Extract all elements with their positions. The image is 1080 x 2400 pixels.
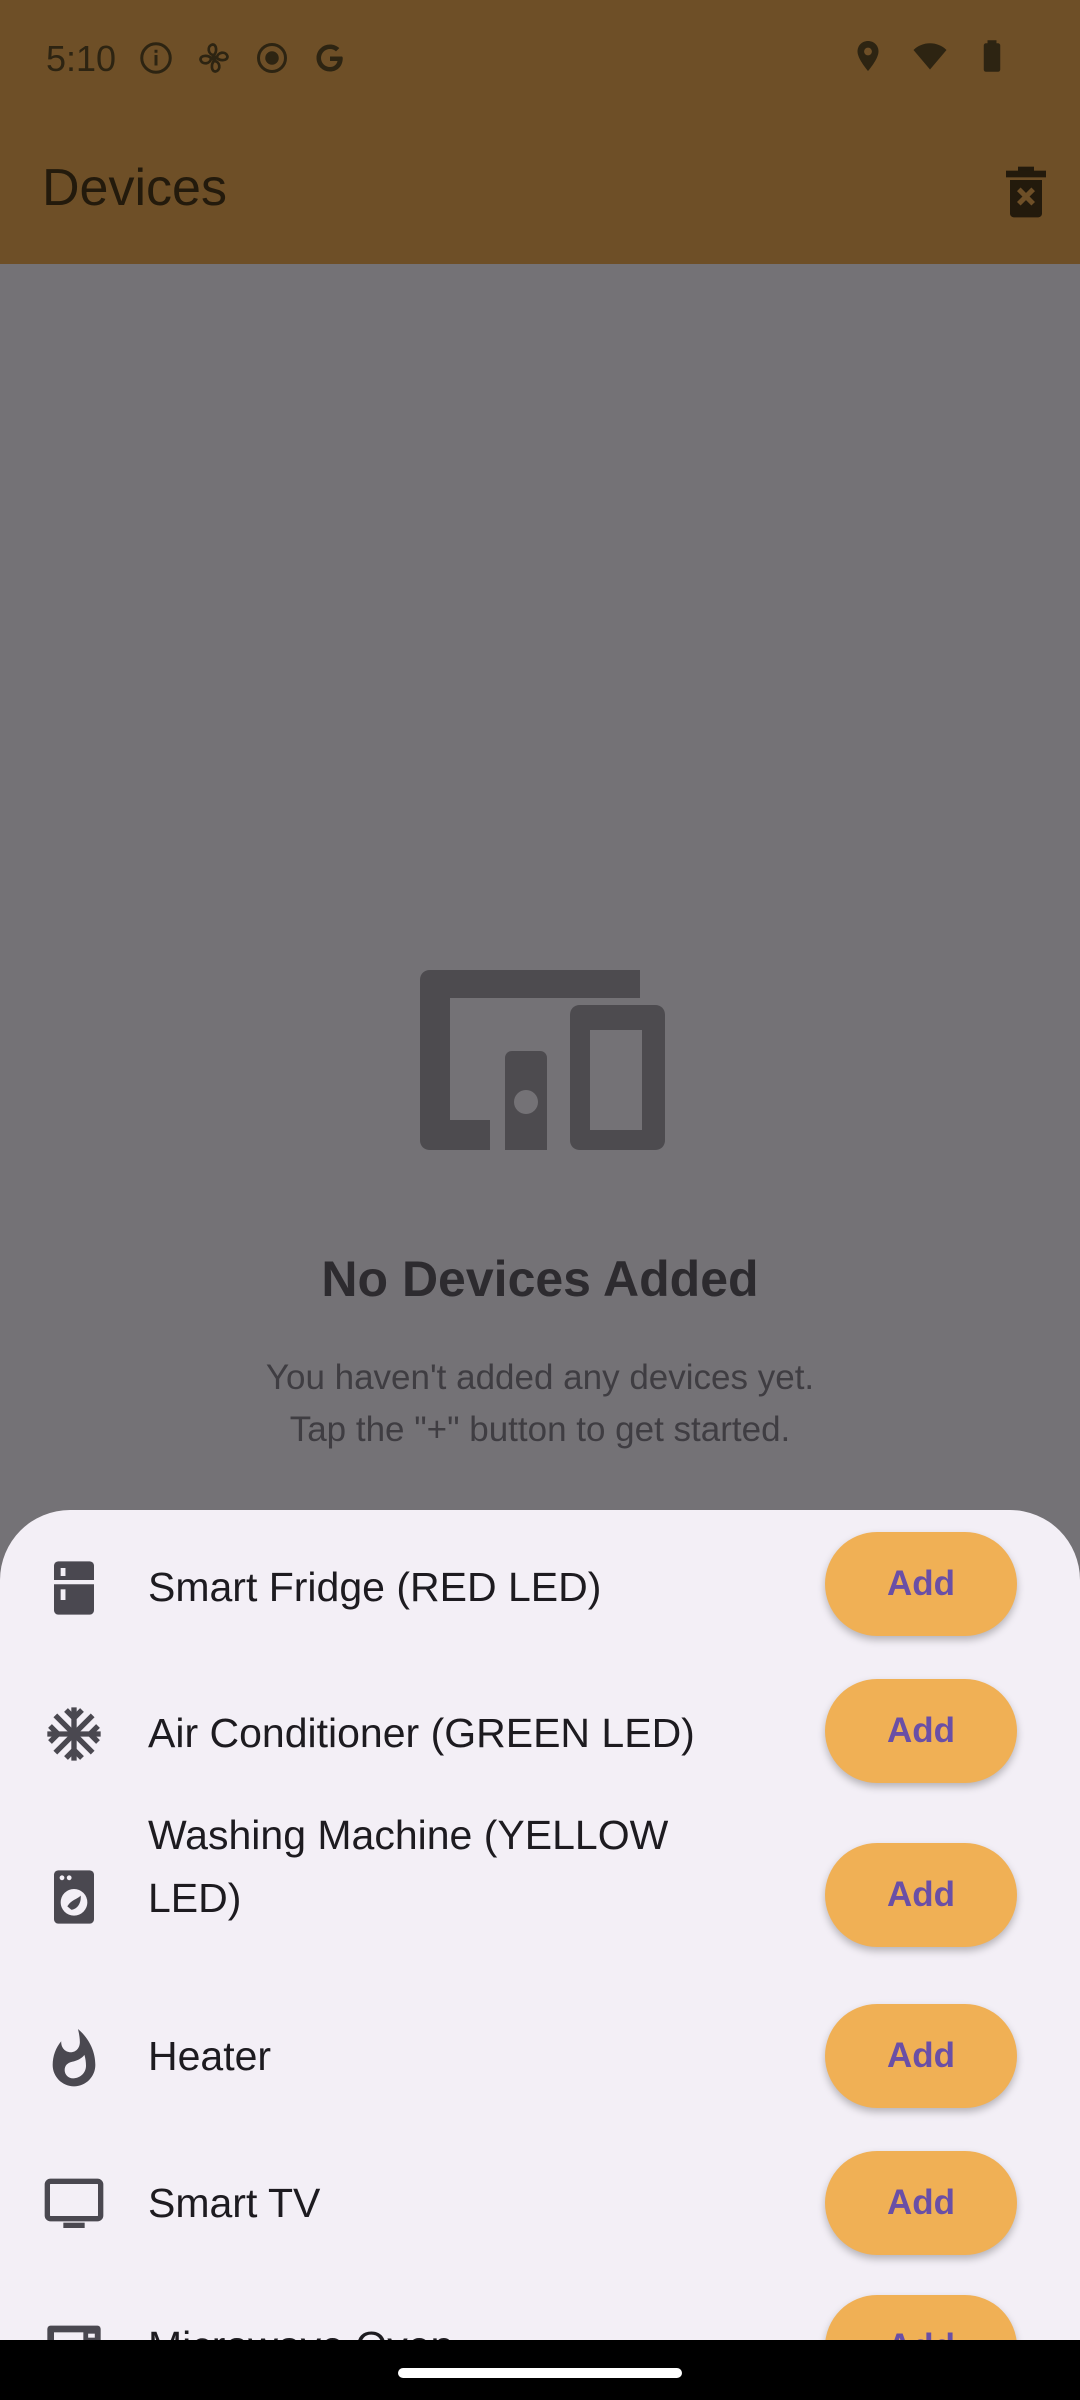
fridge-icon: [54, 1561, 94, 1615]
add-device-sheet: Smart Fridge (RED LED) Add Air Condition…: [0, 1510, 1080, 2340]
washing-machine-icon: [54, 1870, 94, 1924]
empty-line-1: You haven't added any devices yet.: [265, 1358, 815, 1397]
notification-icons: [138, 40, 348, 76]
empty-title: No Devices Added: [321, 1251, 759, 1307]
battery-icon: [983, 40, 1001, 72]
add-button[interactable]: Add: [825, 2151, 1017, 2255]
fan-icon: [199, 43, 229, 73]
app-bar: Devices: [0, 120, 1080, 264]
location-icon: [857, 41, 879, 71]
snowflake-icon: [47, 1707, 101, 1761]
add-button[interactable]: Add: [825, 1679, 1017, 1783]
google-g-icon: [316, 44, 343, 72]
devices-icon: [420, 970, 665, 1150]
empty-description: You haven't added any devices yet. Tap t…: [0, 1352, 1080, 1456]
flame-icon: [52, 2029, 96, 2087]
navigation-bar: [0, 2340, 1080, 2400]
add-button[interactable]: Add: [825, 1532, 1017, 1636]
add-button[interactable]: Add: [825, 2004, 1017, 2108]
microwave-icon: [47, 2325, 101, 2340]
tv-icon: [44, 2178, 104, 2228]
info-icon: [140, 42, 172, 74]
wifi-icon: [913, 43, 947, 70]
device-name: Smart TV: [148, 2180, 321, 2226]
empty-line-2: Tap the "+" button to get started.: [289, 1410, 791, 1449]
device-name: Microwave Oven: [148, 2315, 748, 2340]
system-icons: [850, 38, 1010, 74]
add-button[interactable]: Add: [825, 2295, 1017, 2340]
page-title: Devices: [42, 159, 227, 217]
device-name: Washing Machine (YELLOW LED): [148, 1812, 669, 1921]
device-name: Heater: [148, 2033, 272, 2079]
delete-sweep-icon[interactable]: [994, 160, 1058, 224]
add-button[interactable]: Add: [825, 1843, 1017, 1947]
gesture-handle[interactable]: [398, 2368, 682, 2378]
status-bar: 5:10: [0, 0, 1080, 120]
radio-button-icon: [257, 43, 287, 73]
status-time: 5:10: [46, 38, 117, 79]
device-name: Air Conditioner (GREEN LED): [148, 1710, 695, 1756]
device-name: Smart Fridge (RED LED): [148, 1564, 602, 1610]
